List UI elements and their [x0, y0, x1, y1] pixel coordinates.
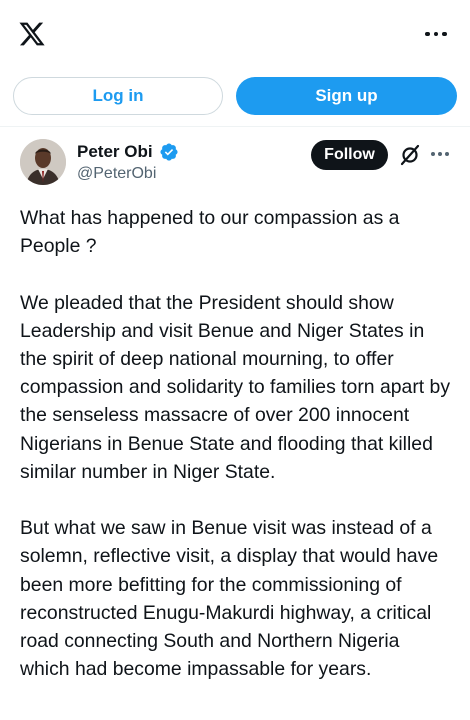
dot — [431, 152, 435, 156]
dot — [433, 31, 439, 37]
post-paragraph: But what we saw in Benue visit was inste… — [20, 517, 439, 681]
login-button[interactable]: Log in — [13, 77, 223, 115]
post-page: Log in Sign up Peter Obi @PeterObi Follo… — [0, 0, 470, 720]
dot — [425, 31, 430, 37]
dot — [445, 152, 449, 156]
verified-badge-icon — [160, 143, 178, 161]
divider — [0, 126, 470, 127]
x-logo-icon[interactable] — [18, 20, 46, 48]
post-paragraph: We pleaded that the President should sho… — [20, 291, 451, 483]
dot — [442, 31, 447, 37]
grok-icon[interactable] — [398, 143, 422, 167]
author-handle[interactable]: @PeterObi — [77, 165, 156, 183]
follow-button[interactable]: Follow — [311, 140, 388, 170]
dot — [438, 152, 442, 156]
top-bar — [0, 0, 470, 66]
avatar-image — [20, 139, 66, 185]
avatar[interactable] — [20, 139, 66, 185]
author-name[interactable]: Peter Obi — [77, 142, 153, 162]
post-text: What has happened to our compassion as a… — [20, 204, 454, 712]
signup-button[interactable]: Sign up — [236, 77, 457, 115]
post-more-icon[interactable] — [428, 146, 452, 162]
more-options-icon[interactable] — [422, 22, 450, 46]
author-name-line: Peter Obi — [77, 142, 179, 162]
post-paragraph: What has happened to our compassion as a… — [20, 207, 400, 258]
